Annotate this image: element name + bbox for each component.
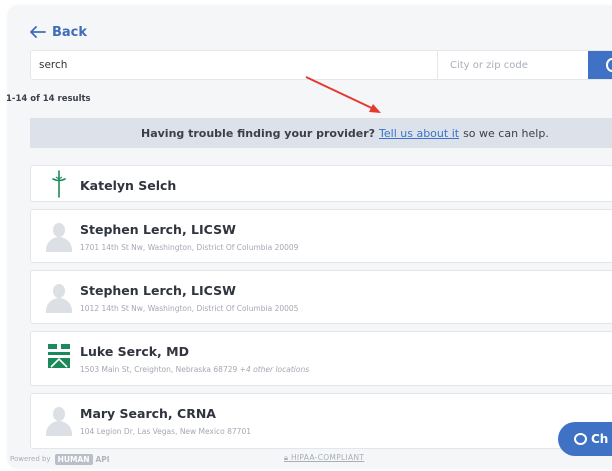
provider-card[interactable]: Stephen Lerch, LICSW 1012 14th St Nw, Wa… <box>30 270 612 324</box>
provider-name: Katelyn Selch <box>80 178 177 193</box>
provider-card[interactable]: Katelyn Selch <box>30 165 612 202</box>
cross-logo-icon <box>52 170 66 198</box>
chat-button[interactable]: Ch <box>558 422 612 456</box>
results-count: 1-14 of 14 results <box>6 94 91 104</box>
provider-name: Luke Serck, MD <box>80 344 189 359</box>
powered-by-text: Powered by <box>10 455 51 463</box>
avatar-placeholder-icon <box>45 406 73 436</box>
search-button[interactable] <box>588 51 612 79</box>
hipaa-link[interactable]: 🔒︎ HIPAA-COMPLIANT <box>284 453 364 463</box>
provider-name: Mary Search, CRNA <box>80 406 216 421</box>
provider-name: Stephen Lerch, LICSW <box>80 283 236 298</box>
clinic-logo-icon <box>48 344 70 368</box>
footer: Powered by HUMAN API 🔒︎ HIPAA-COMPLIANT <box>8 451 612 467</box>
provider-address: 1503 Main St, Creighton, Nebraska 68729 … <box>80 365 309 374</box>
help-question: Having trouble finding your provider? <box>141 126 376 140</box>
address-text: 1503 Main St, Creighton, Nebraska 68729 <box>80 365 238 374</box>
back-link[interactable]: Back <box>30 22 87 42</box>
chat-label: Ch <box>591 432 609 446</box>
provider-card[interactable]: Mary Search, CRNA 104 Legion Dr, Las Veg… <box>30 393 612 449</box>
location-input[interactable] <box>438 51 588 79</box>
human-api-logo-suffix: API <box>95 454 110 464</box>
tell-us-link[interactable]: Tell us about it <box>379 127 459 140</box>
provider-name: Stephen Lerch, LICSW <box>80 222 236 237</box>
search-icon <box>606 58 612 72</box>
lock-icon: 🔒︎ <box>284 453 289 462</box>
provider-search-input[interactable] <box>31 51 438 79</box>
back-label: Back <box>52 24 88 40</box>
avatar-placeholder-icon <box>45 222 73 252</box>
chat-bubble-icon <box>574 433 587 445</box>
help-suffix: so we can help. <box>463 126 549 140</box>
search-bar <box>30 50 612 80</box>
other-locations-note: +4 other locations <box>239 365 310 374</box>
provider-address: 104 Legion Dr, Las Vegas, New Mexico 877… <box>80 427 251 436</box>
arrow-left-icon <box>30 26 46 38</box>
avatar-placeholder-icon <box>45 283 73 313</box>
hipaa-label: HIPAA-COMPLIANT <box>290 453 365 462</box>
help-banner: Having trouble finding your provider? Te… <box>30 118 612 148</box>
human-api-logo: HUMAN <box>54 453 93 465</box>
provider-card[interactable]: Luke Serck, MD 1503 Main St, Creighton, … <box>30 331 612 386</box>
provider-card[interactable]: Stephen Lerch, LICSW 1701 14th St Nw, Wa… <box>30 209 612 263</box>
provider-address: 1012 14th St Nw, Washington, District Of… <box>80 304 299 313</box>
provider-address: 1701 14th St Nw, Washington, District Of… <box>80 243 299 252</box>
